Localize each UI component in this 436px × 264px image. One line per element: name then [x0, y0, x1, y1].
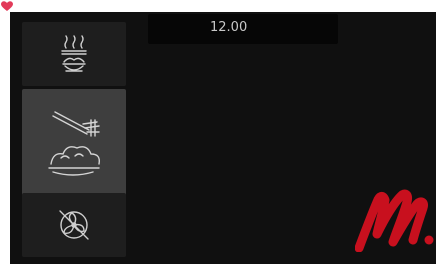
- program-mode-button[interactable]: [22, 89, 126, 199]
- fan-off-icon: [59, 210, 89, 240]
- top-heat-grill-icon: [61, 35, 87, 72]
- watermark-logo: [355, 189, 434, 252]
- mode-sidebar: [10, 12, 130, 264]
- oven-display-screen: 12.00: [10, 12, 436, 264]
- time-display: 12.00: [148, 14, 338, 44]
- fan-off-mode-button[interactable]: [22, 193, 126, 257]
- program-wand-icon: [48, 111, 101, 176]
- clock-time: 12.00: [210, 20, 248, 35]
- grill-mode-button[interactable]: [22, 22, 126, 86]
- corner-heart-icon: [1, 1, 13, 12]
